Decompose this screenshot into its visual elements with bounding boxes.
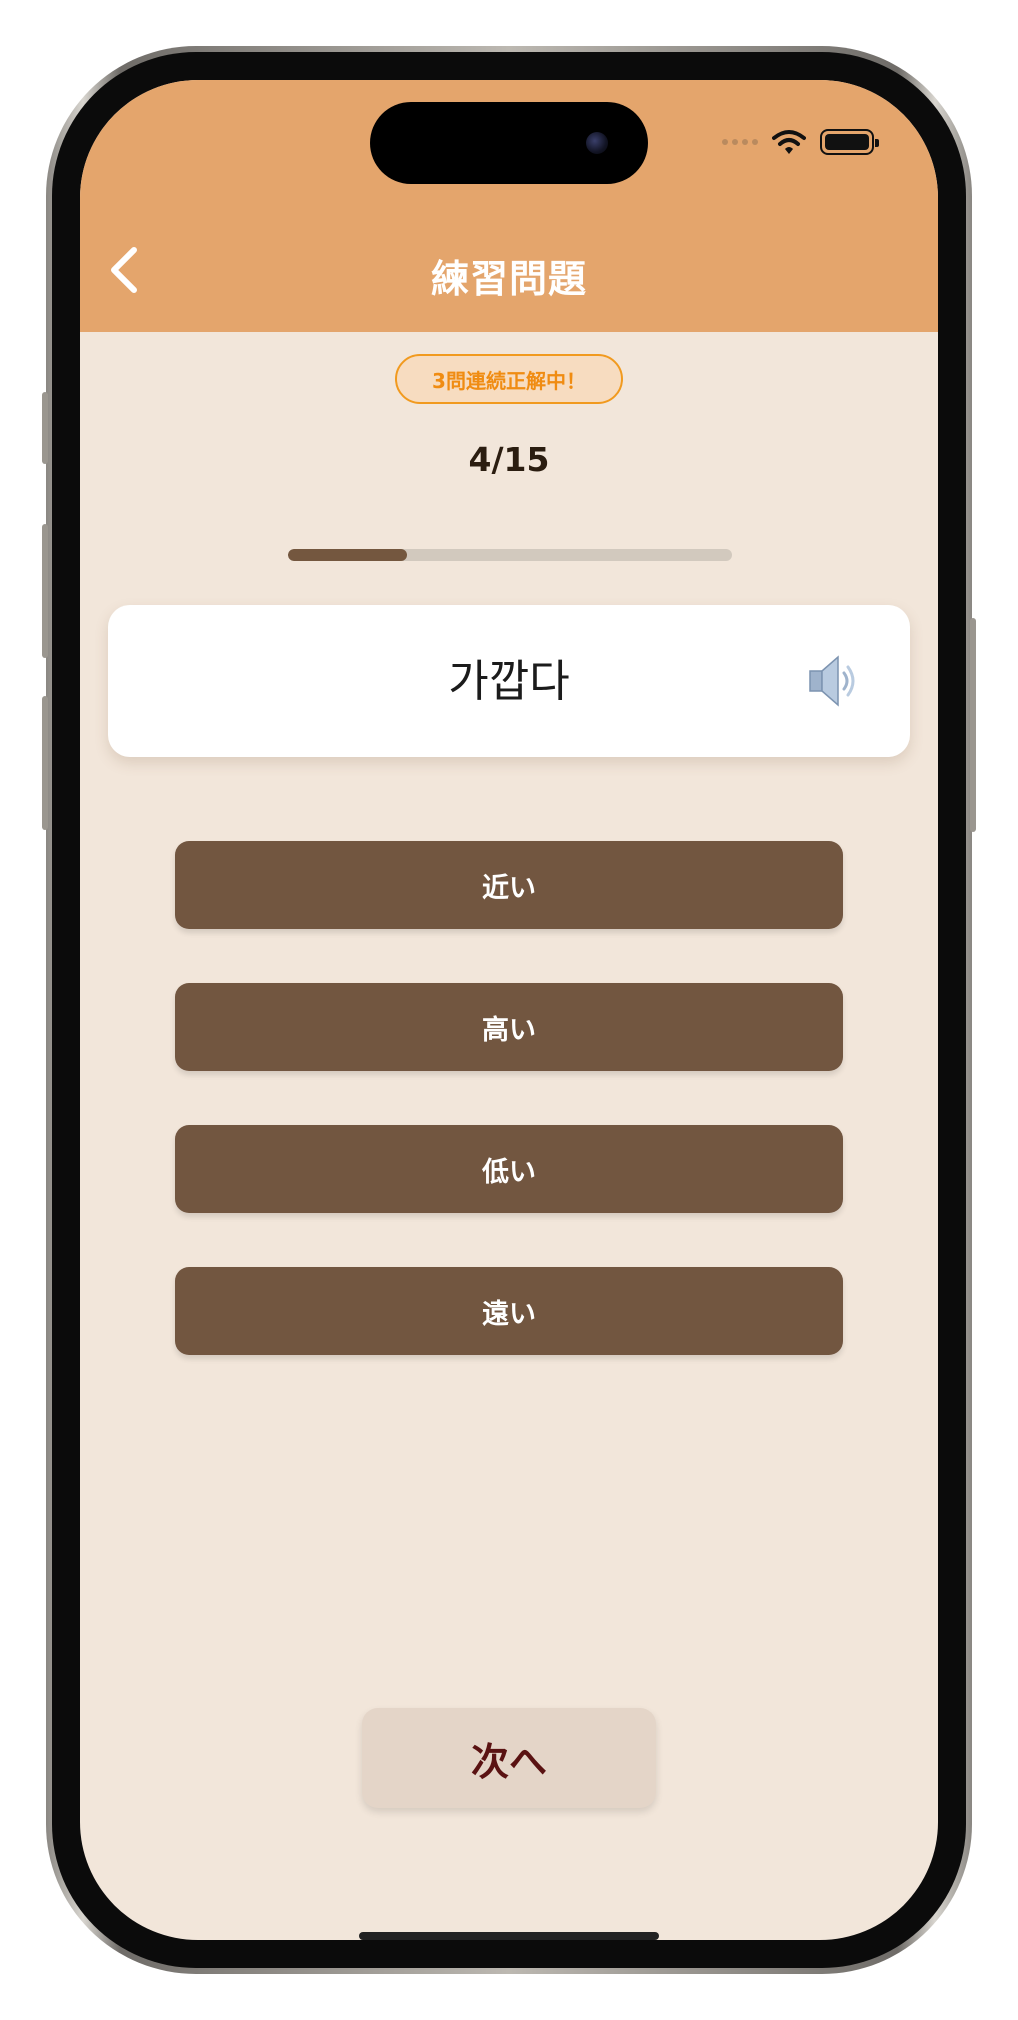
wifi-icon <box>772 130 806 154</box>
speaker-icon[interactable] <box>806 653 862 709</box>
option-button[interactable]: 低い <box>175 1125 843 1213</box>
question-word: 가깝다 <box>448 656 570 707</box>
action-button <box>42 392 48 464</box>
header-bar: 練習問題 <box>80 80 938 332</box>
question-counter: 4/15 <box>468 440 550 479</box>
progress-bar <box>288 549 732 561</box>
status-bar <box>722 124 879 160</box>
home-indicator[interactable] <box>359 1932 659 1940</box>
app-screen: 練習問題 3問連続正解中！ 4/15 가깝다 近い 高い 低い 遠い 次へ <box>80 80 938 1940</box>
signal-dots-icon <box>722 139 758 145</box>
option-button[interactable]: 高い <box>175 983 843 1071</box>
word-card: 가깝다 <box>108 605 910 757</box>
progress-bar-fill <box>288 549 407 561</box>
streak-badge: 3問連続正解中！ <box>395 354 623 404</box>
battery-icon <box>820 129 879 155</box>
dynamic-island <box>370 102 648 184</box>
option-button[interactable]: 近い <box>175 841 843 929</box>
answer-options: 近い 高い 低い 遠い <box>175 841 843 1409</box>
option-button[interactable]: 遠い <box>175 1267 843 1355</box>
next-button[interactable]: 次へ <box>362 1708 656 1808</box>
volume-up-button <box>42 524 48 658</box>
page-title: 練習問題 <box>430 257 587 301</box>
power-button <box>970 618 976 832</box>
volume-down-button <box>42 696 48 830</box>
front-camera <box>586 132 608 154</box>
